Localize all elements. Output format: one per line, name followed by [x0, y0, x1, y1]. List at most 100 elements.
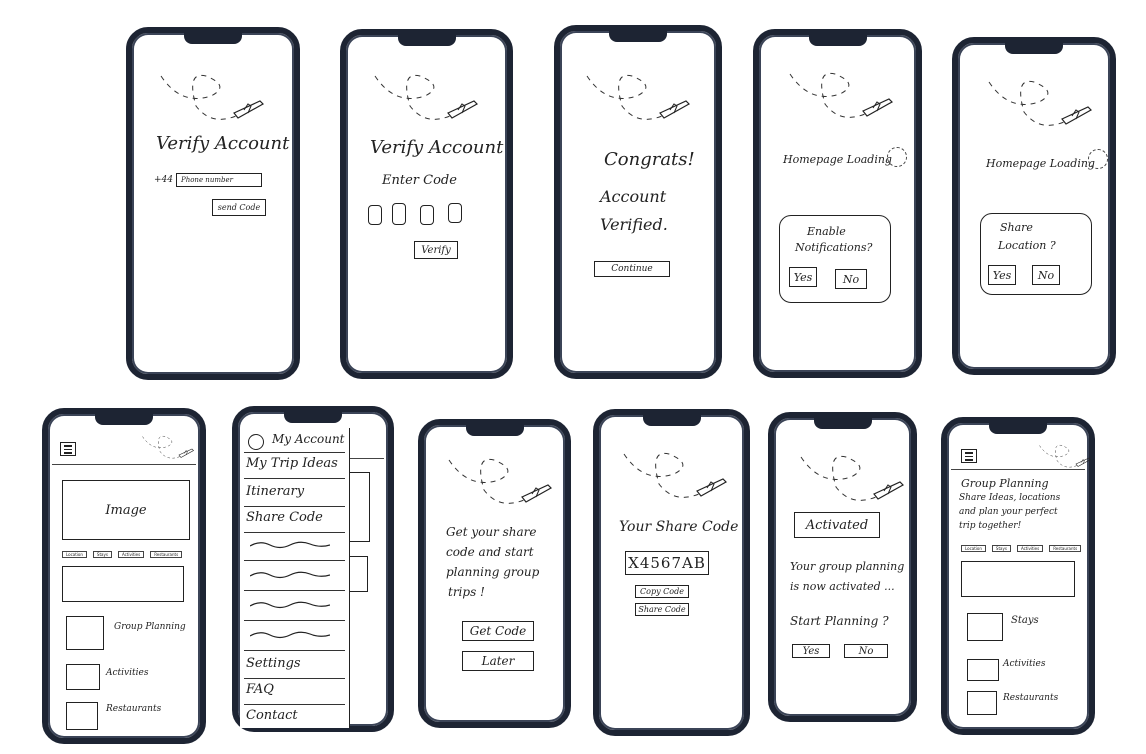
placeholder-item[interactable] — [250, 540, 330, 550]
placeholder-item[interactable] — [250, 570, 330, 580]
activities-thumb[interactable] — [66, 664, 100, 690]
no-button[interactable]: No — [835, 269, 867, 289]
share-code-title: Your Share Code — [619, 519, 739, 535]
yes-button[interactable]: Yes — [988, 265, 1016, 285]
dialog-prompt-2: Location ? — [998, 239, 1056, 252]
phone-group-planning: Group Planning Share Ideas, locations an… — [941, 417, 1095, 735]
content-panel — [961, 561, 1075, 597]
menu-settings[interactable]: Settings — [246, 656, 301, 671]
loading-heading: Homepage Loading — [986, 157, 1095, 170]
phone-notch — [184, 31, 242, 44]
filter-tabs: Location Stays Activities Restaurants — [62, 551, 183, 558]
phone-notch — [1005, 41, 1063, 54]
country-code: +44 — [154, 175, 173, 185]
user-avatar-icon — [248, 434, 264, 450]
filter-tabs: Location Stays Activities Restaurants — [961, 545, 1082, 552]
activities-label[interactable]: Activities — [106, 668, 148, 678]
yes-button[interactable]: Yes — [792, 644, 830, 658]
tab-activities[interactable]: Activities — [1016, 545, 1044, 552]
plane-icon — [448, 458, 552, 504]
phone-your-share-code: Your Share Code X4567AB Copy Code Share … — [593, 409, 750, 736]
group-planning-thumb[interactable] — [66, 616, 104, 650]
phone-notch — [642, 413, 701, 426]
phone-homepage: Image Location Stays Activities Restaura… — [42, 408, 206, 744]
verified-line-1: Account — [600, 187, 667, 206]
restaurants-label[interactable]: Restaurants — [1003, 693, 1058, 703]
loading-heading: Homepage Loading — [783, 153, 892, 166]
placeholder-item[interactable] — [250, 600, 330, 610]
restaurants-thumb[interactable] — [967, 691, 997, 715]
phone-get-share-code: Get your share code and start planning g… — [418, 419, 571, 728]
menu-share-code[interactable]: Share Code — [246, 510, 323, 525]
no-button[interactable]: No — [844, 644, 888, 658]
send-code-button[interactable]: send Code — [212, 199, 266, 216]
continue-button[interactable]: Continue — [594, 261, 670, 277]
code-digit-4[interactable] — [448, 203, 462, 223]
background-image — [348, 472, 370, 542]
header-divider — [52, 464, 196, 465]
tab-location[interactable]: Location — [961, 545, 986, 552]
verified-line-2: Verified. — [600, 215, 668, 234]
side-menu: My Account My Trip Ideas Itinerary Share… — [240, 428, 350, 728]
share-code-display: X4567AB — [625, 551, 709, 575]
plane-icon — [160, 74, 264, 120]
menu-itinerary[interactable]: Itinerary — [246, 484, 304, 499]
tab-restaurants[interactable]: Restaurants — [150, 551, 183, 558]
share-code-button[interactable]: Share Code — [635, 603, 689, 616]
menu-my-trip-ideas[interactable]: My Trip Ideas — [246, 456, 338, 471]
tab-stays[interactable]: Stays — [991, 545, 1011, 552]
phone-share-location: Homepage Loading Share Location ? Yes No — [952, 37, 1116, 375]
menu-contact[interactable]: Contact — [246, 708, 298, 723]
restaurants-thumb[interactable] — [66, 702, 98, 730]
intro-line-2: code and start — [446, 545, 534, 559]
group-planning-label[interactable]: Group Planning — [114, 622, 186, 632]
tab-restaurants[interactable]: Restaurants — [1049, 545, 1082, 552]
stays-label[interactable]: Stays — [1011, 615, 1039, 626]
phone-activated: Activated Your group planning is now act… — [768, 412, 917, 722]
plane-icon — [623, 452, 727, 498]
group-planning-title: Group Planning — [961, 477, 1049, 490]
page-title: Verify Account — [370, 137, 504, 158]
placeholder-item[interactable] — [250, 630, 330, 640]
tab-stays[interactable]: Stays — [92, 551, 112, 558]
group-planning-line-3: trip together! — [959, 521, 1022, 531]
background-panel — [348, 556, 368, 592]
group-planning-line-2: and plan your perfect — [959, 507, 1058, 517]
phone-verified: Congrats! Account Verified. Continue — [554, 25, 722, 379]
phone-notch — [284, 410, 342, 423]
phone-number-input[interactable]: Phone number — [176, 173, 262, 187]
code-digit-1[interactable] — [368, 205, 382, 225]
hamburger-menu-icon[interactable] — [961, 449, 977, 463]
hero-image: Image — [62, 480, 190, 540]
yes-button[interactable]: Yes — [789, 267, 817, 287]
tab-activities[interactable]: Activities — [117, 551, 145, 558]
restaurants-label[interactable]: Restaurants — [106, 704, 161, 714]
plane-icon — [142, 435, 194, 459]
activities-thumb[interactable] — [967, 659, 999, 681]
code-digit-2[interactable] — [392, 203, 406, 225]
intro-line-3: planning group — [446, 565, 540, 579]
hamburger-menu-icon[interactable] — [60, 442, 76, 456]
menu-my-account[interactable]: My Account — [272, 432, 345, 446]
verify-button[interactable]: Verify — [414, 241, 458, 259]
code-digit-3[interactable] — [420, 205, 434, 225]
tab-location[interactable]: Location — [62, 551, 87, 558]
phone-notch — [813, 416, 872, 429]
activities-label[interactable]: Activities — [1003, 659, 1045, 669]
plane-icon — [789, 72, 893, 118]
later-button[interactable]: Later — [462, 651, 534, 671]
loading-spinner-icon — [887, 147, 907, 167]
page-title: Verify Account — [156, 133, 290, 154]
plane-icon — [374, 74, 478, 120]
start-planning-question: Start Planning ? — [790, 614, 889, 628]
plane-icon — [800, 455, 904, 501]
copy-code-button[interactable]: Copy Code — [635, 585, 689, 598]
menu-faq[interactable]: FAQ — [246, 682, 274, 697]
no-button[interactable]: No — [1032, 265, 1060, 285]
intro-line-4: trips ! — [448, 585, 485, 599]
phone-notch — [989, 421, 1047, 434]
stays-thumb[interactable] — [967, 613, 1003, 641]
phone-side-menu: My Account My Trip Ideas Itinerary Share… — [232, 406, 394, 732]
header-divider — [951, 469, 1085, 470]
get-code-button[interactable]: Get Code — [462, 621, 534, 641]
